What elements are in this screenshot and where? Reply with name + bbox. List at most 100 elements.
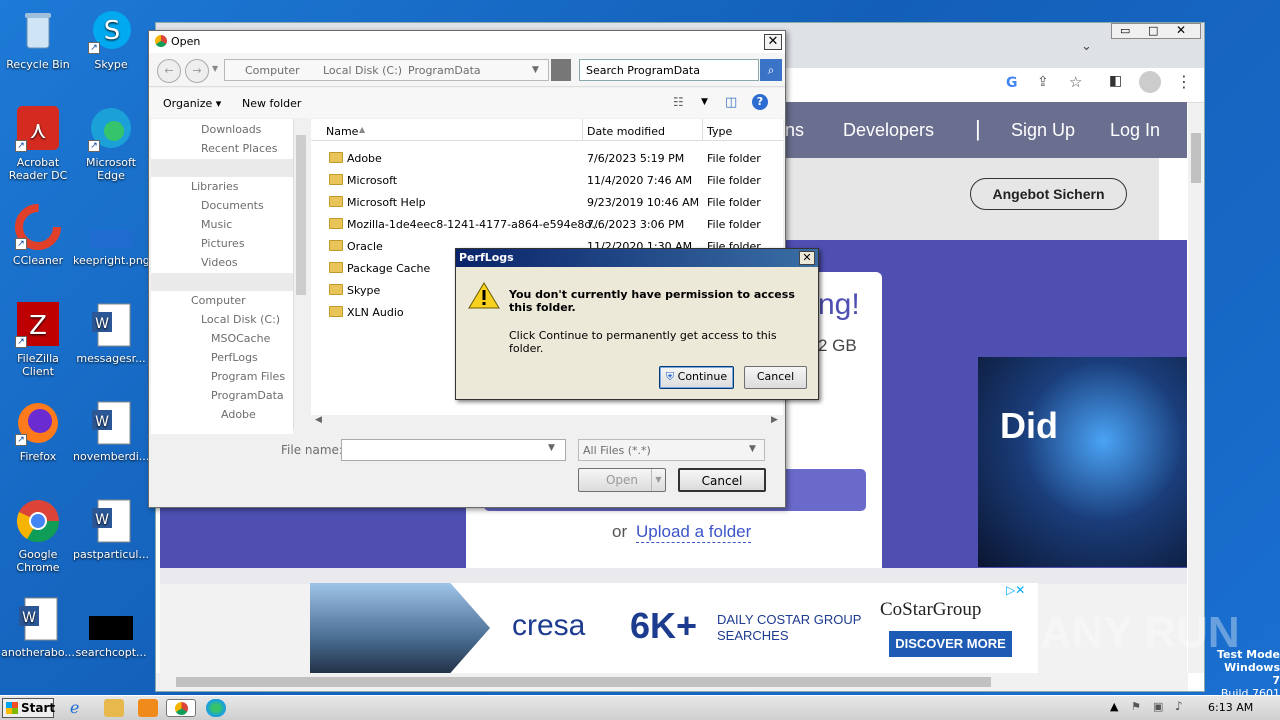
bookmark-star-icon[interactable]: ☆ <box>1069 73 1082 91</box>
page-scrollbar[interactable] <box>1188 103 1204 673</box>
upload-folder-link[interactable]: Upload a folder <box>636 522 752 543</box>
scroll-thumb[interactable] <box>1191 133 1201 183</box>
desktop-icon-novemberdi[interactable]: W novemberdi... <box>73 400 149 463</box>
organize-button[interactable]: Organize ▾ <box>163 97 221 110</box>
desktop-icon-recycle-bin[interactable]: Recycle Bin <box>0 8 76 71</box>
breadcrumb-computer[interactable]: Computer <box>245 64 300 77</box>
view-icon[interactable]: ☷ <box>673 95 684 109</box>
column-date-modified[interactable]: Date modified <box>587 125 665 138</box>
angebot-sichern-button[interactable]: Angebot Sichern <box>970 178 1127 210</box>
open-dropdown-icon[interactable]: ▼ <box>651 469 665 491</box>
desktop-icon-filezilla[interactable]: Z ↗ FileZilla Client <box>0 302 76 378</box>
open-dialog-titlebar[interactable]: Open ✕ <box>149 31 785 53</box>
nav-signup[interactable]: Sign Up <box>1011 120 1075 141</box>
edge-icon[interactable] <box>206 699 226 717</box>
filename-dropdown-icon[interactable]: ▼ <box>548 443 555 453</box>
table-row[interactable]: Microsoft 11/4/2020 7:46 AM File folder <box>329 171 779 193</box>
start-button[interactable]: Start <box>2 698 55 718</box>
perm-cancel-button[interactable]: Cancel <box>744 366 807 389</box>
file-type-dropdown-icon[interactable]: ▼ <box>749 444 756 454</box>
tree-item-perflogs[interactable]: PerfLogs <box>211 351 258 364</box>
desktop-icon-chrome[interactable]: Google Chrome <box>0 498 76 574</box>
ad-discover-button[interactable]: DISCOVER MORE <box>889 631 1012 657</box>
preview-pane-icon[interactable]: ◫ <box>725 95 737 110</box>
h-scroll-thumb[interactable] <box>176 677 991 687</box>
desktop-icon-edge[interactable]: ↗ Microsoft Edge <box>73 106 149 182</box>
side-panel-icon[interactable]: ◧ <box>1109 73 1122 89</box>
volume-icon[interactable]: ♪ <box>1175 699 1183 713</box>
desktop-icon-messagesr[interactable]: W messagesr... <box>73 302 149 365</box>
file-type-select[interactable]: All Files (*.*) ▼ <box>578 439 765 461</box>
breadcrumb-dropdown-icon[interactable]: ▼ <box>532 65 539 75</box>
ie-icon[interactable]: ℯ <box>70 699 90 717</box>
desktop-icon-acrobat[interactable]: ⋏ ↗ Acrobat Reader DC <box>0 106 76 182</box>
horizontal-scrollbar[interactable] <box>156 673 1188 691</box>
tree-item-pictures[interactable]: Pictures <box>201 237 245 250</box>
back-icon[interactable]: ← <box>157 59 181 83</box>
minimize-icon[interactable]: ▭ <box>1120 24 1130 37</box>
column-divider[interactable] <box>702 119 703 141</box>
tree-item-recent-places[interactable]: Recent Places <box>201 142 278 155</box>
tree-item-music[interactable]: Music <box>201 218 232 231</box>
network-icon[interactable]: ▣ <box>1153 700 1163 713</box>
tree-item-adobe[interactable]: Adobe <box>221 408 256 421</box>
open-button[interactable]: Open ▼ <box>578 468 666 492</box>
promo-video[interactable]: Did <box>978 357 1187 567</box>
desktop-icon-firefox[interactable]: ↗ Firefox <box>0 400 76 463</box>
flag-icon[interactable]: ⚑ <box>1131 700 1141 713</box>
tab-search-chevron-icon[interactable]: ⌄ <box>1081 39 1092 54</box>
tree-item-downloads[interactable]: Downloads <box>201 123 261 136</box>
close-icon[interactable]: ✕ <box>764 34 782 50</box>
share-icon[interactable]: ⇪ <box>1037 74 1049 90</box>
column-divider[interactable] <box>582 119 583 141</box>
table-row[interactable]: Adobe 7/6/2023 5:19 PM File folder <box>329 149 779 171</box>
tree-scroll-thumb[interactable] <box>296 135 306 295</box>
media-player-icon[interactable] <box>138 699 158 717</box>
table-row[interactable]: Microsoft Help 9/23/2019 10:46 AM File fol… <box>329 193 779 215</box>
breadcrumb-programdata[interactable]: ProgramData <box>408 64 481 77</box>
nav-partial[interactable]: ns <box>785 120 804 141</box>
profile-avatar-icon[interactable] <box>1139 71 1161 93</box>
nav-login[interactable]: Log In <box>1110 120 1160 141</box>
desktop-icon-anotherabo[interactable]: W anotherabo... <box>0 596 76 659</box>
tree-item-videos[interactable]: Videos <box>201 256 238 269</box>
search-icon[interactable]: ⌕ <box>760 59 782 81</box>
tree-item-program-files[interactable]: Program Files <box>211 370 285 383</box>
scroll-left-icon[interactable]: ◀ <box>315 415 322 425</box>
search-input[interactable]: Search ProgramData <box>579 59 759 81</box>
tray-expand-icon[interactable]: ▲ <box>1110 700 1118 713</box>
breadcrumb-bar[interactable]: Computer Local Disk (C:) ProgramData ▼ <box>224 59 549 81</box>
explorer-icon[interactable] <box>104 699 124 717</box>
tree-item-msocache[interactable]: MSOCache <box>211 332 270 345</box>
file-list-hscrollbar[interactable]: ◀ ▶ <box>311 415 783 429</box>
tree-item-local-disk[interactable]: Local Disk (C:) <box>201 313 280 326</box>
menu-kebab-icon[interactable]: ⋮ <box>1176 72 1192 91</box>
tree-item-computer[interactable]: Computer <box>191 294 246 307</box>
tree-item-libraries[interactable]: Libraries <box>191 180 239 193</box>
ad-banner[interactable]: cresa 6K+ DAILY COSTAR GROUP SEARCHES Co… <box>310 583 1038 673</box>
close-icon[interactable]: ✕ <box>799 251 815 265</box>
table-row[interactable]: Mozilla-1de4eec8-1241-4177-a864-e594e8d.… <box>329 215 779 237</box>
google-g-icon[interactable]: G <box>1006 75 1018 91</box>
history-chevron-icon[interactable]: ▼ <box>212 64 218 73</box>
desktop-icon-searchcopt[interactable]: searchcopt... <box>73 596 149 659</box>
scroll-right-icon[interactable]: ▶ <box>771 415 778 425</box>
permission-dialog-titlebar[interactable]: PerfLogs <box>456 249 818 267</box>
tree-item-documents[interactable]: Documents <box>201 199 264 212</box>
desktop-icon-keepright[interactable]: keepright.png <box>73 204 150 267</box>
forward-icon[interactable]: → <box>185 59 209 83</box>
clock[interactable]: 6:13 AM <box>1208 701 1253 714</box>
ad-choices-icon[interactable]: ▷✕ <box>1006 583 1025 597</box>
nav-developers[interactable]: Developers <box>843 120 934 141</box>
view-dropdown-icon[interactable]: ▼ <box>701 97 708 107</box>
help-icon[interactable]: ? <box>752 94 768 110</box>
column-name[interactable]: Name <box>326 125 358 138</box>
tree-scrollbar[interactable] <box>293 119 307 429</box>
filename-input[interactable]: ▼ <box>341 439 566 461</box>
tree-item-programdata[interactable]: ProgramData <box>211 389 284 402</box>
maximize-icon[interactable]: □ <box>1148 24 1158 37</box>
chrome-taskbar-button[interactable] <box>166 699 196 717</box>
desktop-icon-ccleaner[interactable]: ↗ CCleaner <box>0 204 76 267</box>
desktop-icon-pastparticul[interactable]: W pastparticul... <box>73 498 149 561</box>
new-folder-button[interactable]: New folder <box>242 97 301 110</box>
